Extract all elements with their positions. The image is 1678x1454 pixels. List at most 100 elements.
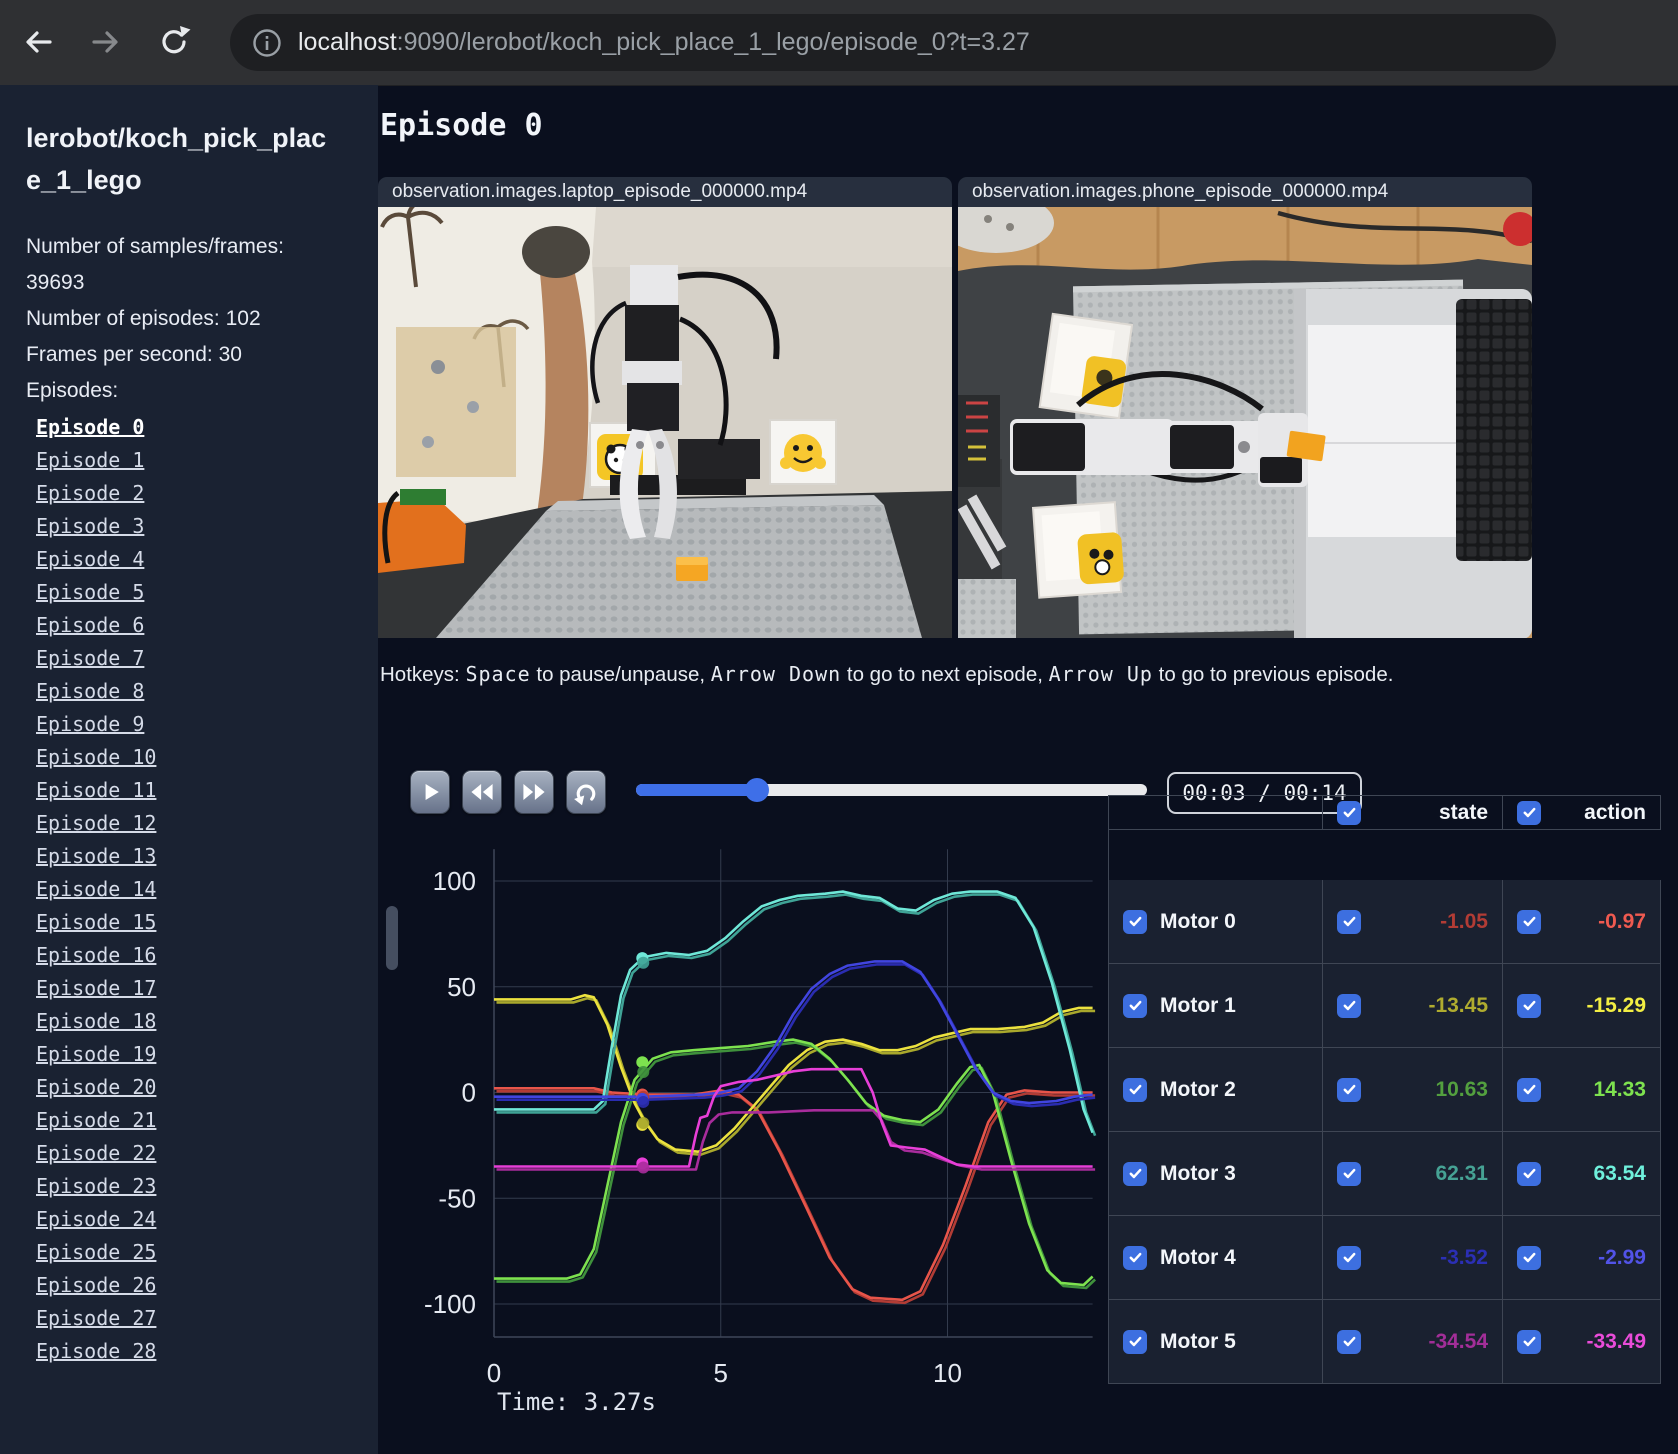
episode-link[interactable]: Episode 21 <box>36 1104 378 1137</box>
checkbox[interactable] <box>1123 909 1147 934</box>
episode-link[interactable]: Episode 26 <box>36 1269 378 1302</box>
episode-link[interactable]: Episode 16 <box>36 939 378 972</box>
checkbox[interactable] <box>1517 1245 1541 1270</box>
episode-link[interactable]: Episode 27 <box>36 1302 378 1335</box>
action-value-cell: -15.29 <box>1503 964 1661 1048</box>
svg-text:5: 5 <box>714 1358 728 1388</box>
episode-link[interactable]: Episode 15 <box>36 906 378 939</box>
checkbox[interactable] <box>1123 1245 1147 1270</box>
state-value-cell: -34.54 <box>1323 1300 1503 1384</box>
episode-link[interactable]: Episode 18 <box>36 1005 378 1038</box>
action-value-cell: 14.33 <box>1503 1048 1661 1132</box>
episode-link[interactable]: Episode 24 <box>36 1203 378 1236</box>
sidebar: lerobot/koch_pick_place_1_lego Number of… <box>0 85 378 1454</box>
state-column-checkbox[interactable] <box>1337 800 1361 825</box>
checkbox[interactable] <box>1337 1245 1361 1270</box>
play-button[interactable] <box>410 770 450 814</box>
episode-link[interactable]: Episode 19 <box>36 1038 378 1071</box>
seek-slider-thumb[interactable] <box>744 778 769 802</box>
motor-name-cell: Motor 5 <box>1109 1300 1323 1384</box>
action-value: 14.33 <box>1593 1077 1646 1101</box>
svg-text:0: 0 <box>487 1358 501 1388</box>
episode-link[interactable]: Episode 13 <box>36 840 378 873</box>
checkbox[interactable] <box>1337 1077 1361 1102</box>
motor-name-cell: Motor 4 <box>1109 1216 1323 1300</box>
svg-text:-100: -100 <box>424 1289 476 1319</box>
episode-link[interactable]: Episode 12 <box>36 807 378 840</box>
hotkey-text: to go to previous episode. <box>1152 663 1394 686</box>
site-info-icon[interactable] <box>252 28 282 58</box>
state-value-cell: -1.05 <box>1323 880 1503 964</box>
checkbox[interactable] <box>1337 1161 1361 1186</box>
rewind-button[interactable] <box>462 770 502 814</box>
action-column-checkbox[interactable] <box>1517 800 1541 825</box>
back-icon[interactable] <box>16 20 60 64</box>
checkbox[interactable] <box>1123 1161 1147 1186</box>
motor-name: Motor 2 <box>1160 1077 1236 1101</box>
motor-name: Motor 5 <box>1160 1329 1236 1353</box>
checkbox[interactable] <box>1123 993 1147 1018</box>
episode-link[interactable]: Episode 20 <box>36 1071 378 1104</box>
state-header-label: state <box>1438 800 1488 824</box>
svg-text:-50: -50 <box>438 1183 476 1213</box>
episode-link[interactable]: Episode 14 <box>36 873 378 906</box>
episode-link[interactable]: Episode 23 <box>36 1170 378 1203</box>
hotkey-key: Space <box>465 662 531 686</box>
fps-info: Frames per second: 30 <box>26 343 242 366</box>
episode-link[interactable]: Episode 4 <box>36 543 378 576</box>
checkbox[interactable] <box>1517 1329 1541 1354</box>
fast-forward-button[interactable] <box>514 770 554 814</box>
episode-link[interactable]: Episode 2 <box>36 477 378 510</box>
motor-name: Motor 1 <box>1160 993 1236 1017</box>
episode-link[interactable]: Episode 6 <box>36 609 378 642</box>
state-value-cell: 10.63 <box>1323 1048 1503 1132</box>
motor-name: Motor 3 <box>1160 1161 1236 1185</box>
action-header-label: action <box>1584 800 1646 824</box>
hotkey-text: to go to next episode, <box>841 663 1049 686</box>
address-bar[interactable]: localhost:9090/lerobot/koch_pick_place_1… <box>230 14 1556 71</box>
episode-link[interactable]: Episode 11 <box>36 774 378 807</box>
state-value: -34.54 <box>1428 1329 1488 1353</box>
episodes-count: Number of episodes: 102 <box>26 307 261 330</box>
seek-slider[interactable] <box>636 778 1147 802</box>
checkbox[interactable] <box>1517 993 1541 1018</box>
hotkey-text: to pause/unpause, <box>530 663 711 686</box>
reload-icon[interactable] <box>152 20 196 64</box>
checkbox[interactable] <box>1337 909 1361 934</box>
checkbox[interactable] <box>1123 1329 1147 1354</box>
episode-link[interactable]: Episode 17 <box>36 972 378 1005</box>
state-value: -13.45 <box>1428 993 1488 1017</box>
checkbox[interactable] <box>1517 1161 1541 1186</box>
episode-link[interactable]: Episode 1 <box>36 444 378 477</box>
episode-link[interactable]: Episode 22 <box>36 1137 378 1170</box>
episode-link[interactable]: Episode 7 <box>36 642 378 675</box>
state-value: -1.05 <box>1440 909 1488 933</box>
table-corner-cell <box>1109 796 1323 830</box>
episode-link[interactable]: Episode 5 <box>36 576 378 609</box>
episode-link[interactable]: Episode 25 <box>36 1236 378 1269</box>
laptop-video[interactable] <box>378 207 952 638</box>
state-header-cell: state <box>1323 796 1503 830</box>
hotkey-key: Arrow Down <box>710 662 842 686</box>
episodes-label: Episodes: <box>26 379 119 402</box>
episode-link[interactable]: Episode 3 <box>36 510 378 543</box>
checkbox[interactable] <box>1337 1329 1361 1354</box>
episode-link[interactable]: Episode 9 <box>36 708 378 741</box>
loop-button[interactable] <box>566 770 606 814</box>
action-value-cell: -33.49 <box>1503 1300 1661 1384</box>
video-title: observation.images.laptop_episode_000000… <box>378 177 952 207</box>
checkbox[interactable] <box>1517 909 1541 934</box>
checkbox[interactable] <box>1517 1077 1541 1102</box>
checkbox[interactable] <box>1123 1077 1147 1102</box>
episode-link[interactable]: Episode 0 <box>36 411 378 444</box>
episode-link[interactable]: Episode 28 <box>36 1335 378 1368</box>
video-card-laptop: observation.images.laptop_episode_000000… <box>378 177 952 638</box>
forward-icon[interactable] <box>84 20 128 64</box>
browser-toolbar: localhost:9090/lerobot/koch_pick_place_1… <box>0 0 1678 86</box>
state-value-cell: 62.31 <box>1323 1132 1503 1216</box>
episode-link[interactable]: Episode 10 <box>36 741 378 774</box>
svg-text:0: 0 <box>462 1078 476 1108</box>
episode-link[interactable]: Episode 8 <box>36 675 378 708</box>
phone-video[interactable] <box>958 207 1532 638</box>
checkbox[interactable] <box>1337 993 1361 1018</box>
